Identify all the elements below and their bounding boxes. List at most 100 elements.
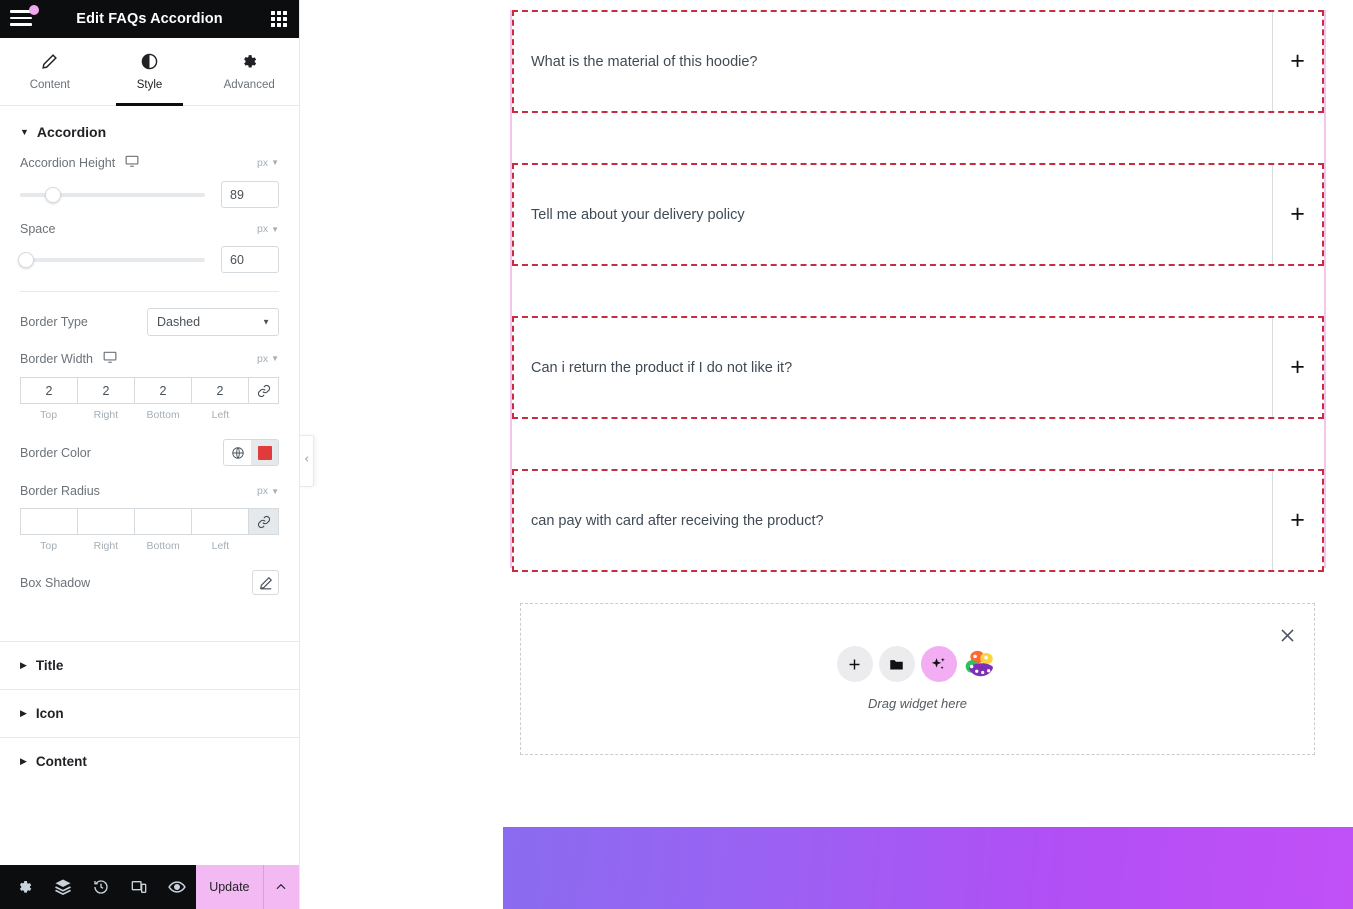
control-border-type: Border Type Dashed ▼ [0,308,299,336]
settings-gear-icon[interactable] [6,865,44,909]
chevron-down-icon: ▼ [271,158,279,167]
control-accordion-height-label: Accordion Height [20,155,116,170]
section-content[interactable]: ▶ Content [0,737,299,785]
section-icon-label: Icon [35,706,64,721]
border-type-value: Dashed [157,315,201,329]
control-box-shadow-label: Box Shadow [20,575,91,590]
ai-sparkle-icon[interactable] [920,646,957,682]
chevron-left-icon [303,452,311,470]
unit-selector-border-radius[interactable]: px ▼ [257,485,279,497]
border-width-side-labels: Top Right Bottom Left [20,409,279,421]
plus-icon[interactable]: + [1272,318,1322,417]
chevron-down-icon: ▼ [271,224,279,234]
accordion-height-input[interactable] [221,181,279,208]
slider-space[interactable] [17,251,205,268]
control-border-width: Border Width px ▼ 2 2 2 2 Top Right Bott… [0,350,299,421]
border-type-select[interactable]: Dashed ▼ [147,308,279,336]
hamburger-icon[interactable] [10,5,39,28]
control-accordion-height: Accordion Height px ▼ [0,154,299,208]
chevron-down-icon: ▼ [271,486,279,496]
control-border-radius-label: Border Radius [20,484,100,498]
unit-selector-border-width[interactable]: px ▼ [257,353,279,365]
preview-eye-icon[interactable] [158,865,196,909]
control-space: Space px ▼ [0,222,299,273]
accordion-item-title: Can i return the product if I do not lik… [531,359,793,376]
control-border-color-label: Border Color [20,445,91,460]
section-title[interactable]: ▶ Title [0,641,299,689]
responsive-mode-icon[interactable] [120,865,158,909]
history-icon[interactable] [82,865,120,909]
color-palette-icon[interactable] [963,646,999,682]
slider-thumb[interactable] [45,186,62,203]
folder-templates-icon[interactable] [878,646,915,682]
accordion-item[interactable]: What is the material of this hoodie? + [512,10,1324,113]
side-label-right: Right [93,540,119,552]
section-accordion-label: Accordion [36,124,107,140]
link-icon[interactable] [249,377,279,404]
globe-icon[interactable] [224,440,251,465]
tab-style[interactable]: Style [100,38,200,106]
editor-panel: Edit FAQs Accordion Content Style Advanc… [0,0,300,909]
faqs-accordion-widget[interactable]: What is the material of this hoodie? + T… [510,10,1326,572]
section-content-label: Content [35,754,87,769]
pencil-edit-icon[interactable] [252,570,279,595]
slider-thumb[interactable] [17,251,34,268]
desktop-icon[interactable] [125,154,139,171]
control-space-label: Space [20,222,56,236]
panel-body: ▼ Accordion Accordion Height px ▼ 89 Spa… [0,106,299,865]
border-width-right[interactable]: 2 [78,377,135,404]
gear-icon [241,53,258,70]
pencil-icon [41,53,58,70]
border-radius-bottom[interactable] [135,508,192,535]
panel-collapse-handle[interactable] [300,435,314,487]
unit-selector-accordion-height[interactable]: px ▼ [257,157,279,169]
border-radius-left[interactable] [192,508,249,535]
panel-divider [20,291,279,292]
accordion-item[interactable]: can pay with card after receiving the pr… [512,469,1324,572]
unit-selector-space[interactable]: px ▼ [257,223,279,235]
border-color-swatch[interactable] [251,440,278,465]
unit-label: px [256,352,269,365]
elementor-editor: Edit FAQs Accordion Content Style Advanc… [0,0,1353,909]
control-border-type-label: Border Type [20,315,88,329]
accordion-item[interactable]: Can i return the product if I do not lik… [512,316,1324,419]
chevron-down-icon: ▼ [271,354,279,363]
accordion-item-title: can pay with card after receiving the pr… [531,512,824,529]
add-widget-icon[interactable] [836,646,873,682]
navigator-layers-icon[interactable] [44,865,82,909]
tab-content[interactable]: Content [0,38,100,105]
accordion-item[interactable]: Tell me about your delivery policy + [512,163,1324,266]
chevron-down-icon: ▼ [262,317,270,327]
plus-icon[interactable]: + [1272,165,1322,264]
notification-dot-icon [29,5,39,15]
border-width-bottom[interactable]: 2 [135,377,192,404]
panel-tabs: Content Style Advanced [0,38,299,106]
dropzone-label: Drag widget here [868,696,967,711]
gradient-section[interactable] [503,827,1353,909]
slider-accordion-height[interactable] [20,186,205,203]
plus-icon[interactable]: + [1272,471,1322,570]
space-input[interactable] [221,246,279,273]
caret-right-icon: ▶ [20,756,27,766]
widget-dropzone[interactable]: Drag widget here [520,603,1315,755]
border-width-fields: 2 2 2 2 [20,377,279,404]
link-icon[interactable] [249,508,279,535]
desktop-icon[interactable] [103,350,117,367]
section-icon[interactable]: ▶ Icon [0,689,299,737]
border-radius-top[interactable] [20,508,78,535]
border-width-left[interactable]: 2 [192,377,249,404]
border-width-top[interactable]: 2 [20,377,78,404]
chevron-up-icon[interactable] [262,865,299,909]
grid-apps-icon[interactable] [271,11,287,27]
plus-icon[interactable]: + [1272,12,1322,111]
unit-label: px [256,156,269,169]
accordion-item-title: Tell me about your delivery policy [531,206,745,223]
tab-advanced-label: Advanced [223,78,275,91]
border-color-group [223,439,279,466]
section-accordion-header[interactable]: ▼ Accordion [0,106,299,154]
tab-advanced[interactable]: Advanced [199,38,299,105]
border-radius-right[interactable] [78,508,135,535]
update-button[interactable]: Update [196,865,263,909]
side-label-right: Right [93,409,119,421]
